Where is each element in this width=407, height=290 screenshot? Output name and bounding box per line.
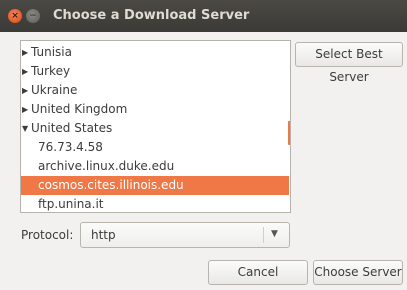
tree-row-united-states[interactable]: ▼ United States [21,119,289,138]
expander-collapsed-icon[interactable]: ▶ [22,62,28,81]
protocol-label: Protocol: [21,228,74,242]
server-list[interactable]: ▶ Tunisia ▶ Turkey ▶ Ukraine ▶ United Ki… [20,40,291,213]
dropdown-caret-icon[interactable]: ▼ [271,229,278,239]
tree-row-label: Turkey [31,64,71,78]
server-name: ftp.unina.it [38,197,104,211]
protocol-value: http [91,228,116,242]
server-row[interactable]: archive.linux.duke.edu [21,157,289,176]
server-row-selected[interactable]: cosmos.cites.illinois.edu [21,176,289,195]
tree-row-tunisia[interactable]: ▶ Tunisia [21,43,289,62]
tree-row-label: Ukraine [31,83,78,97]
expander-collapsed-icon[interactable]: ▶ [22,81,28,100]
window-title: Choose a Download Server [53,8,250,23]
minimize-icon[interactable]: − [26,9,40,23]
expander-collapsed-icon[interactable]: ▶ [22,43,28,62]
tree-row-label: Tunisia [31,45,72,59]
server-name: cosmos.cites.illinois.edu [38,178,184,192]
choose-server-button[interactable]: Choose Server [313,260,403,285]
tree-row-ukraine[interactable]: ▶ Ukraine [21,81,289,100]
protocol-select[interactable]: http ▼ [80,222,290,248]
combo-divider [263,227,264,243]
title-bar: × − Choose a Download Server [0,0,407,32]
tree-row-united-kingdom[interactable]: ▶ United Kingdom [21,100,289,119]
server-name: archive.linux.duke.edu [38,159,175,173]
list-scrollbar[interactable] [288,121,290,145]
expander-collapsed-icon[interactable]: ▶ [22,100,28,119]
close-icon[interactable]: × [8,9,22,23]
server-row[interactable]: 76.73.4.58 [21,138,289,157]
tree-row-label: United Kingdom [31,102,128,116]
server-row[interactable]: ftp.unina.it [21,195,289,212]
select-best-server-button[interactable]: Select Best Server [295,42,403,84]
server-name: 76.73.4.58 [38,140,103,154]
cancel-button[interactable]: Cancel [208,260,308,285]
expander-expanded-icon[interactable]: ▼ [22,119,28,138]
tree-row-label: United States [31,121,113,135]
tree-row-turkey[interactable]: ▶ Turkey [21,62,289,81]
